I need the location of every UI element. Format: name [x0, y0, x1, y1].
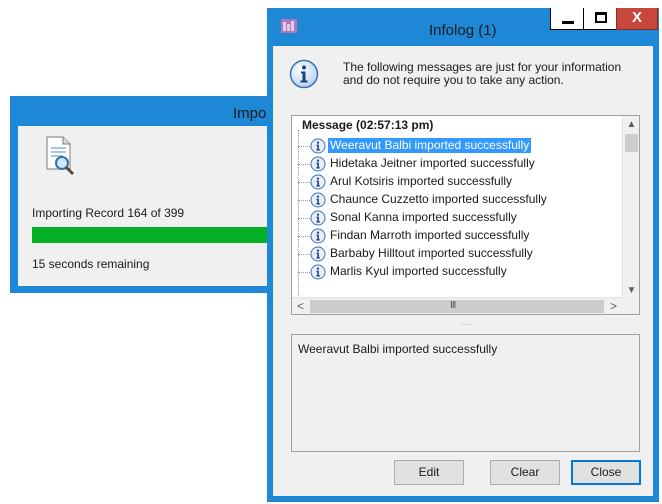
- message-row-text: Arul Kotsiris imported successfully: [330, 174, 513, 188]
- scroll-left-arrow[interactable]: <: [292, 298, 309, 314]
- message-row[interactable]: Hidetaka Jeitner imported successfully: [298, 155, 622, 173]
- tree-branch-line: [298, 146, 310, 147]
- dynamics-app-icon: [281, 19, 297, 33]
- tree-header-node[interactable]: Message (02:57:13 pm): [302, 118, 433, 132]
- infolog-titlebar[interactable]: Infolog (1) X: [267, 8, 659, 46]
- minimize-button[interactable]: [550, 8, 584, 30]
- infolog-title: Infolog (1): [429, 22, 497, 39]
- scrollbar-corner: [622, 297, 639, 314]
- import-progress-bar: [32, 227, 277, 243]
- intro-message: The following messages are just for your…: [343, 60, 622, 87]
- minimize-icon: [562, 21, 574, 24]
- import-progress-fill: [32, 227, 277, 243]
- message-row[interactable]: Chaunce Cuzzetto imported successfully: [298, 191, 622, 209]
- close-button[interactable]: Close: [571, 460, 641, 485]
- scroll-up-arrow[interactable]: ▲: [623, 116, 639, 133]
- info-icon: [289, 59, 319, 89]
- tree-branch-line: [298, 200, 310, 201]
- info-icon: [310, 228, 326, 244]
- import-progress-window: Impo Importing Record 164 of 399 15 seco…: [10, 96, 285, 293]
- splitter-handle[interactable]: ....: [461, 319, 481, 327]
- infolog-client-area: The following messages are just for your…: [273, 46, 653, 496]
- tree-branch-line: [298, 218, 310, 219]
- message-row[interactable]: Weeravut Balbi imported successfully: [298, 137, 622, 155]
- message-tree[interactable]: Message (02:57:13 pm) Weeravut Balbi imp…: [291, 115, 640, 315]
- info-icon: [310, 156, 326, 172]
- close-window-button[interactable]: X: [616, 8, 658, 30]
- infolog-window: Infolog (1) X The following messages are…: [267, 8, 659, 502]
- message-row-text: Chaunce Cuzzetto imported successfully: [330, 192, 547, 206]
- tree-branch-line: [298, 164, 310, 165]
- message-detail-box[interactable]: Weeravut Balbi imported successfully: [291, 334, 640, 452]
- message-row-text: Marlis Kyul imported successfully: [330, 264, 507, 278]
- info-icon: [310, 174, 326, 190]
- close-icon: X: [631, 9, 642, 26]
- message-row-text: Findan Marroth imported successfully: [330, 228, 530, 242]
- clear-button[interactable]: Clear: [490, 460, 560, 485]
- import-status-text: Importing Record 164 of 399: [32, 206, 185, 220]
- info-icon: [310, 264, 326, 280]
- message-row-text: Weeravut Balbi imported successfully: [328, 138, 532, 153]
- message-row-text: Sonal Kanna imported successfully: [330, 210, 517, 224]
- detail-text: Weeravut Balbi imported successfully: [298, 342, 498, 356]
- maximize-icon: [595, 12, 607, 23]
- vertical-scroll-thumb[interactable]: [625, 134, 638, 152]
- message-row-text: Hidetaka Jeitner imported successfully: [330, 156, 535, 170]
- horizontal-scroll-thumb[interactable]: III: [310, 300, 604, 313]
- tree-branch-line: [298, 254, 310, 255]
- maximize-button[interactable]: [583, 8, 617, 30]
- message-row-text: Barbaby Hilltout imported successfully: [330, 246, 533, 260]
- import-window-title: Impo: [233, 105, 267, 122]
- document-search-icon: [46, 136, 75, 176]
- scroll-right-arrow[interactable]: >: [605, 298, 622, 314]
- scroll-grip: III: [450, 300, 456, 311]
- message-row[interactable]: Findan Marroth imported successfully: [298, 227, 622, 245]
- tree-branch-line: [298, 236, 310, 237]
- tree-branch-line: [298, 272, 310, 273]
- info-icon: [310, 210, 326, 226]
- message-row[interactable]: Arul Kotsiris imported successfully: [298, 173, 622, 191]
- message-row[interactable]: Barbaby Hilltout imported successfully: [298, 245, 622, 263]
- tree-branch-line: [298, 182, 310, 183]
- vertical-scrollbar[interactable]: ▲ ▼: [622, 116, 639, 299]
- info-icon: [310, 246, 326, 262]
- horizontal-scrollbar[interactable]: < III >: [292, 297, 622, 314]
- message-row[interactable]: Marlis Kyul imported successfully: [298, 263, 622, 281]
- time-remaining-text: 15 seconds remaining: [32, 257, 150, 271]
- edit-button[interactable]: Edit: [394, 460, 464, 485]
- import-window-body: Importing Record 164 of 399 15 seconds r…: [18, 126, 277, 286]
- info-icon: [310, 192, 326, 208]
- info-icon: [310, 138, 326, 154]
- message-row[interactable]: Sonal Kanna imported successfully: [298, 209, 622, 227]
